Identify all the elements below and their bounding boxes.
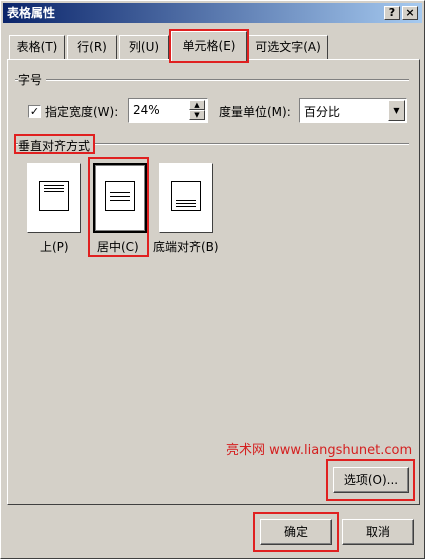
size-group-divider — [15, 79, 409, 81]
tab-row[interactable]: 行(R) — [67, 35, 117, 59]
cancel-button-label: 取消 — [365, 525, 390, 539]
width-input[interactable]: 24% — [133, 103, 160, 117]
chevron-down-icon: ▼ — [393, 106, 400, 115]
width-spinner[interactable]: 24% ▲ ▼ — [128, 98, 208, 123]
align-top-icon — [39, 181, 69, 211]
unit-select[interactable]: 百分比 ▼ — [299, 98, 407, 123]
highlight-options — [326, 459, 415, 501]
highlight-valign-title — [14, 134, 95, 154]
window-title: 表格属性 — [7, 6, 56, 20]
valign-top-button[interactable] — [27, 163, 81, 233]
tab-table[interactable]: 表格(T) — [9, 35, 65, 59]
align-bottom-icon — [171, 181, 201, 211]
valign-bottom-button[interactable] — [159, 163, 213, 233]
highlight-tab-cell — [169, 29, 249, 63]
unit-label: 度量单位(M): — [219, 105, 291, 119]
close-button[interactable]: × — [402, 6, 418, 20]
tab-alt-text[interactable]: 可选文字(A) — [248, 35, 328, 59]
tab-row-label: 行(R) — [77, 40, 107, 54]
tab-column-label: 列(U) — [128, 40, 160, 54]
title-bar: 表格属性 ? × — [3, 3, 422, 23]
spin-down-icon: ▼ — [194, 111, 200, 119]
tab-alt-text-label: 可选文字(A) — [255, 40, 321, 54]
spin-down-button[interactable]: ▼ — [189, 110, 205, 120]
unit-dropdown-button[interactable]: ▼ — [388, 100, 405, 121]
valign-top-label: 上(P) — [40, 240, 69, 254]
highlight-ok — [253, 512, 339, 552]
valign-bottom-label: 底端对齐(B) — [153, 240, 219, 254]
highlight-valign-center — [88, 157, 149, 257]
tab-column[interactable]: 列(U) — [119, 35, 169, 59]
help-button[interactable]: ? — [384, 6, 400, 20]
table-properties-dialog: 表格属性 ? × 表格(T) 行(R) 列(U) 单元格(E) 可选文字(A) … — [0, 0, 425, 559]
cancel-button[interactable]: 取消 — [342, 519, 414, 545]
unit-value: 百分比 — [304, 105, 341, 119]
tab-table-label: 表格(T) — [16, 40, 58, 54]
spin-up-button[interactable]: ▲ — [189, 100, 205, 110]
specify-width-checkbox[interactable]: ✓ — [28, 105, 41, 118]
size-group-title: 字号 — [18, 71, 47, 88]
watermark-text: 亮术网 www.liangshunet.com — [226, 443, 413, 458]
specify-width-label: 指定宽度(W): — [45, 105, 119, 119]
spin-up-icon: ▲ — [194, 101, 200, 109]
